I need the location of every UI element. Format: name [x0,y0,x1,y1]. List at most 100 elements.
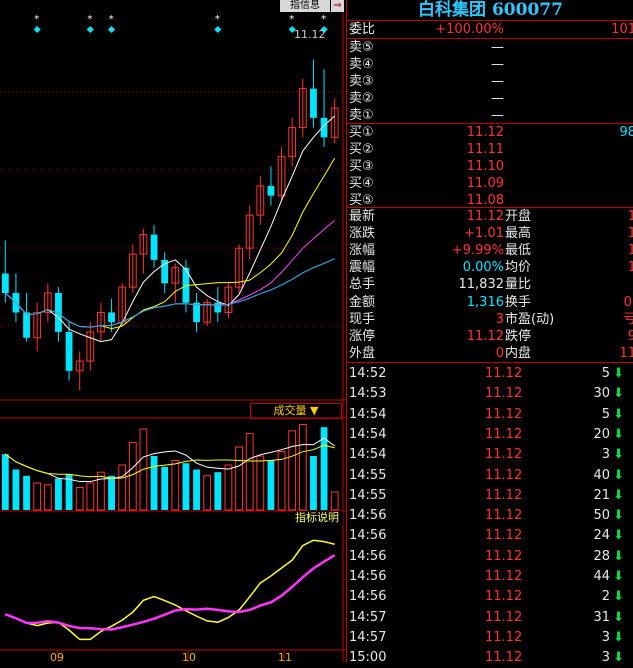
tick-time: 15:00 [349,650,387,666]
volume-bar [1,454,9,510]
arrow-down-icon: ⬇ [613,548,624,564]
tick-volume: 2 [601,589,610,605]
tick-row: 14:55 11.12 21 ⬇ [347,486,633,506]
candle-body [23,312,30,338]
stock-title: 白科集团 600077 [418,0,563,20]
tick-time: 14:54 [349,406,387,422]
stat-value: +9.99% [451,243,504,259]
stat-row: 最新 11.12 开盘 1 [347,208,633,225]
volume-bar [288,430,297,511]
stat-value: 11.12 [466,209,504,224]
tick-volume: 21 [593,487,610,503]
stat-label: 总手 [349,277,376,293]
candle-body [108,312,115,323]
buy-label: 买④ [349,176,374,191]
tick-time: 14:54 [349,447,387,463]
sell-price: — [491,91,504,106]
volume-bar [245,433,254,511]
stat-value: 11.12 [466,328,504,344]
tick-time: 14:55 [349,467,387,483]
volume-bar [97,471,105,511]
sell-label: 卖② [349,91,374,106]
stat-label: 最新 [349,209,376,224]
sell-price: — [491,57,504,72]
indicator-help-button[interactable]: 指标说明 [291,511,343,525]
x-label-10: 10 [182,651,196,664]
stat-value: 3 [495,311,504,327]
stat-value-2: 0. [623,294,633,310]
buy-price: 11.11 [466,142,504,157]
volume-label[interactable]: 成交量 ▼ [250,403,342,419]
stat-row: 金额 1,316换手 0. [347,294,633,311]
buy-volume: 98 [619,125,633,140]
stat-label-2: 量比 [505,277,532,293]
indicator-slow-line [4,554,336,631]
tick-price: 11.12 [485,548,523,564]
sell-price: — [491,74,504,89]
arrow-down-icon: ⬇ [613,366,624,381]
stat-row: 涨停 11.12 跌停 9 [347,328,633,345]
buy-price: 11.10 [466,159,504,174]
tick-price: 11.12 [485,386,523,402]
kline-chart[interactable]: * * * * * * [0,0,346,662]
stat-value: 0 [495,345,504,361]
stat-row: 外盘 0 内盘 11 [347,345,633,362]
tick-row: 14:53 11.12 30 ⬇ [347,384,633,404]
tick-volume: 31 [593,609,610,625]
event-star-icon: * [34,14,39,25]
volume-bar [33,482,42,511]
volume-bar [256,455,265,511]
stat-label: 外盘 [349,345,376,361]
stat-label: 涨幅 [349,243,376,259]
event-diamond-icon [86,25,94,34]
volume-bar [75,487,84,511]
stat-label-2: 市盈(动) [505,311,555,327]
candle-body [193,302,200,323]
arrow-down-icon: ⬇ [613,487,624,503]
stat-label-2: 最高 [505,226,532,242]
stat-value-2: 1 [627,260,633,276]
ma-line-40 [4,258,335,328]
arrow-right-icon[interactable]: ⇒ [331,0,344,12]
volume-bar [235,446,243,511]
stat-label-2: 均价 [505,260,532,276]
tick-volume: 50 [593,508,610,524]
tick-time: 14:56 [349,548,387,564]
arrow-down-icon: ⬇ [613,609,624,625]
volume-bar [330,491,339,511]
tick-time: 14:57 [349,629,387,645]
volume-bar [108,475,115,510]
stat-label-2: 内盘 [505,345,532,361]
sell-price: — [491,108,504,123]
tick-row: 14:55 11.12 40 ⬇ [347,466,633,486]
volume-bar [12,469,20,510]
tick-row: 14:56 11.12 50 ⬇ [347,506,633,526]
tick-time: 14:54 [349,426,387,442]
arrow-down-icon: ⬇ [613,447,624,463]
stat-label-2: 开盘 [505,209,532,224]
indicator-fast-line [5,539,335,641]
volume-bar [182,463,190,510]
arrow-down-icon: ⬇ [613,406,624,422]
tick-volume: 3 [601,629,610,645]
tick-row: 15:00 11.12 3 ⬇ [347,648,633,668]
event-diamond-icon [33,25,41,34]
volume-bar [267,460,275,510]
volume-bar [298,424,307,511]
sell-price: — [491,40,504,55]
stat-row: 总手 11,832 量比 [347,276,633,293]
info-button[interactable]: 指信息 [280,0,330,12]
volume-bar [277,451,286,511]
arrow-down-icon: ⬇ [613,650,624,666]
tick-row: 14:57 11.12 3 ⬇ [347,628,633,648]
buy-price: 11.09 [466,176,504,191]
tick-time: 14:55 [349,487,387,503]
stat-row: 涨跌 +1.01 最高 1 [347,225,633,242]
event-star-icon: * [87,14,92,25]
buy-label: 买② [349,142,374,157]
volume-bar [193,469,200,510]
tick-price: 11.12 [485,508,523,524]
volume-bar [86,482,95,511]
volume-bar [150,456,158,510]
kline-chart-area[interactable]: * * * * * * 指信息 ⇒ 11.12 成交量 ▼ 指标说明 09 10 11 [0,0,346,664]
